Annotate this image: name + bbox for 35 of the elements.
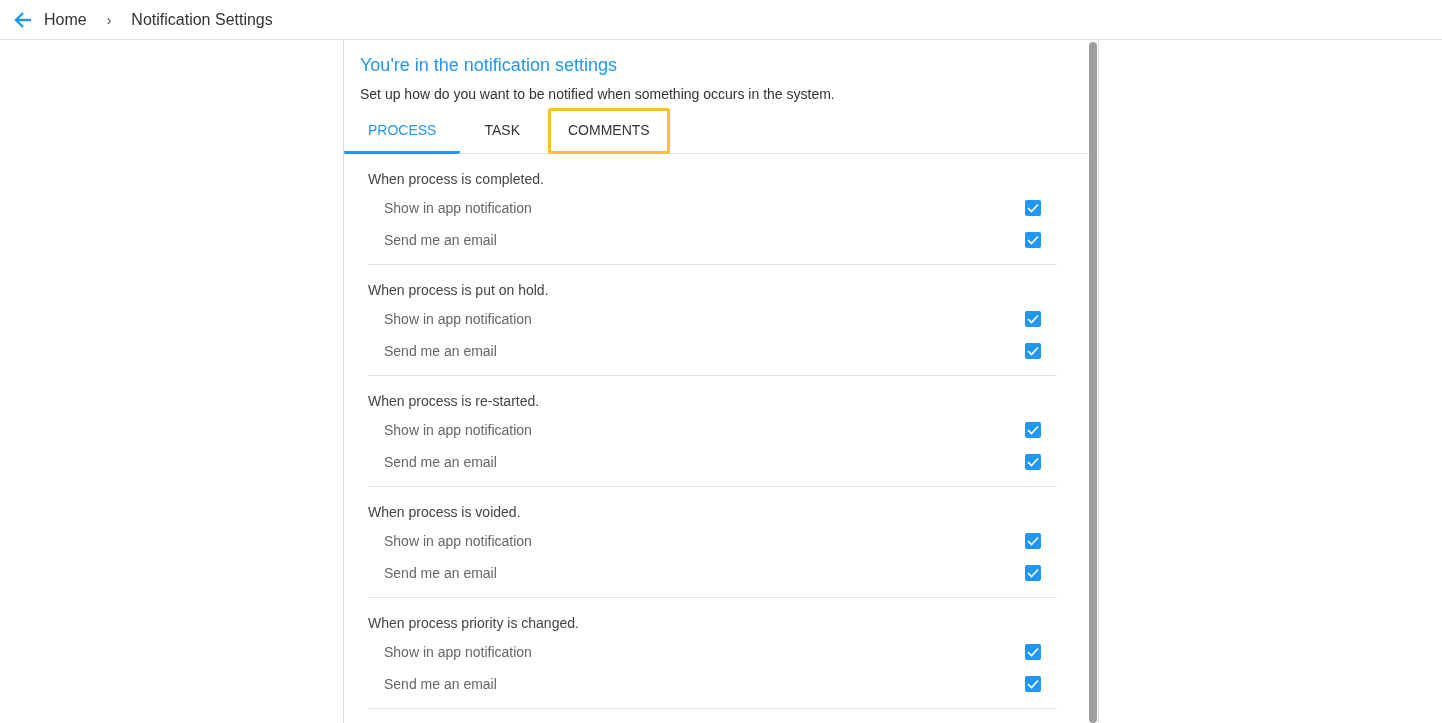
breadcrumb-separator: › (106, 11, 112, 28)
section-heading: When process priority is changed. (368, 615, 580, 632)
checkbox[interactable] (1025, 200, 1041, 216)
checkbox[interactable] (1025, 676, 1041, 692)
option-label: Show in app notification (384, 311, 532, 327)
back-arrow-button[interactable] (14, 11, 32, 28)
scrollbar[interactable] (1089, 42, 1097, 723)
breadcrumb-link[interactable]: Home (44, 10, 87, 29)
checkbox[interactable] (1025, 565, 1041, 581)
option-label: Show in app notification (384, 644, 532, 660)
tab[interactable]: TASK (460, 108, 544, 154)
section-heading: When process is completed. (368, 171, 545, 188)
checkbox[interactable] (1025, 533, 1041, 549)
option-label: Send me an email (384, 454, 497, 470)
option-label: Send me an email (384, 565, 497, 581)
section-heading: When process is re-started. (368, 393, 541, 410)
checkbox[interactable] (1025, 343, 1041, 359)
panel-title: You're in the notification settings (360, 55, 618, 76)
checkbox[interactable] (1025, 422, 1041, 438)
checkbox[interactable] (1025, 311, 1041, 327)
section-heading: When process is voided. (368, 504, 522, 521)
checkbox[interactable] (1025, 232, 1041, 248)
checkbox[interactable] (1025, 454, 1041, 470)
checkbox[interactable] (1025, 644, 1041, 660)
option-label: Show in app notification (384, 422, 532, 438)
panel-subtitle: Set up how do you want to be notified when something occurs in the system. (360, 86, 836, 102)
tab[interactable]: COMMENTS (548, 108, 670, 154)
back-arrow-icon (14, 11, 32, 28)
option-label: Show in app notification (384, 533, 532, 549)
option-label: Show in app notification (384, 200, 532, 216)
option-label: Send me an email (384, 232, 497, 248)
breadcrumb-link[interactable]: Notification Settings (131, 10, 273, 29)
option-label: Send me an email (384, 676, 497, 692)
option-label: Send me an email (384, 343, 497, 359)
section-heading: When process is put on hold. (368, 282, 550, 299)
